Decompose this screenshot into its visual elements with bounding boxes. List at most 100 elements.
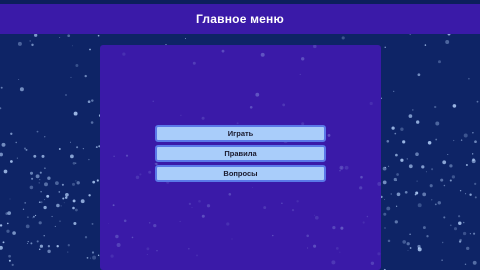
particle	[92, 255, 97, 260]
particle	[384, 46, 386, 48]
particle	[377, 181, 381, 186]
particle	[438, 60, 441, 64]
particle	[24, 147, 26, 150]
menu-panel: Играть Правила Вопросы	[100, 45, 381, 270]
particle	[91, 222, 94, 225]
particle	[59, 37, 61, 39]
particle	[187, 247, 190, 250]
particle	[384, 198, 385, 200]
particle	[122, 52, 126, 56]
particle	[313, 244, 317, 248]
particle	[75, 162, 77, 164]
play-button[interactable]: Играть	[155, 125, 326, 142]
particle	[27, 240, 29, 243]
particle	[472, 260, 477, 265]
particle	[441, 241, 444, 244]
particle	[260, 52, 265, 57]
particle	[390, 193, 392, 195]
particle	[44, 199, 46, 201]
particle	[437, 201, 442, 205]
particle	[54, 225, 56, 227]
particle	[236, 122, 239, 125]
particle	[474, 196, 477, 199]
particle	[156, 250, 158, 252]
particle	[47, 249, 51, 254]
rules-button[interactable]: Правила	[155, 145, 326, 162]
particle	[56, 203, 60, 208]
particle	[440, 178, 444, 182]
particle	[201, 214, 205, 218]
page-title: Главное меню	[196, 12, 284, 26]
particle	[39, 179, 41, 181]
particle	[153, 223, 157, 228]
particle	[152, 100, 154, 102]
particle	[87, 100, 91, 104]
particle	[123, 219, 127, 223]
particle	[422, 192, 427, 197]
particle	[473, 232, 476, 235]
particle	[6, 222, 9, 225]
particle	[8, 254, 11, 258]
particle	[0, 107, 2, 110]
particle	[22, 208, 25, 210]
particle	[72, 161, 76, 165]
particle	[301, 57, 305, 61]
particle	[360, 175, 363, 179]
particle	[0, 152, 3, 157]
particle	[96, 179, 99, 182]
particle	[3, 169, 8, 174]
particle	[313, 45, 317, 49]
particle	[465, 193, 467, 195]
particle	[196, 254, 198, 257]
particle	[44, 136, 46, 138]
particle	[44, 167, 46, 170]
particle	[417, 244, 421, 249]
particle	[29, 171, 34, 175]
particle	[26, 243, 28, 245]
particle	[58, 191, 61, 193]
particle	[71, 182, 76, 186]
particle	[424, 44, 427, 46]
particle	[366, 215, 369, 218]
particle	[382, 180, 387, 185]
particle	[38, 182, 40, 184]
particle	[90, 121, 94, 124]
particle	[38, 221, 42, 225]
particle	[462, 231, 467, 236]
particle	[395, 153, 398, 157]
particle	[95, 146, 98, 149]
particle	[2, 241, 5, 244]
particle	[339, 251, 341, 253]
particle	[38, 201, 41, 204]
particle	[25, 224, 30, 229]
particle	[192, 61, 196, 65]
particle	[17, 41, 22, 46]
particle	[39, 171, 42, 174]
particle	[30, 242, 33, 245]
particle	[61, 183, 64, 186]
particle	[369, 101, 373, 106]
particle	[299, 73, 301, 75]
particle	[29, 40, 32, 42]
particle	[394, 132, 397, 135]
particle	[426, 235, 429, 238]
particle	[25, 148, 28, 151]
particle	[1, 142, 6, 147]
particle	[56, 245, 59, 248]
particle	[64, 196, 68, 199]
particle	[407, 250, 409, 252]
questions-button[interactable]: Вопросы	[155, 165, 326, 182]
particle	[139, 173, 142, 176]
particle	[198, 199, 201, 203]
particle	[395, 205, 398, 207]
particle	[65, 94, 67, 96]
particle	[443, 216, 446, 219]
particle	[445, 40, 450, 44]
particle	[18, 79, 20, 80]
particle	[33, 154, 37, 158]
particle	[463, 133, 468, 138]
particle	[451, 175, 456, 179]
particle	[435, 121, 440, 126]
particle	[406, 242, 410, 246]
particle	[92, 180, 96, 184]
